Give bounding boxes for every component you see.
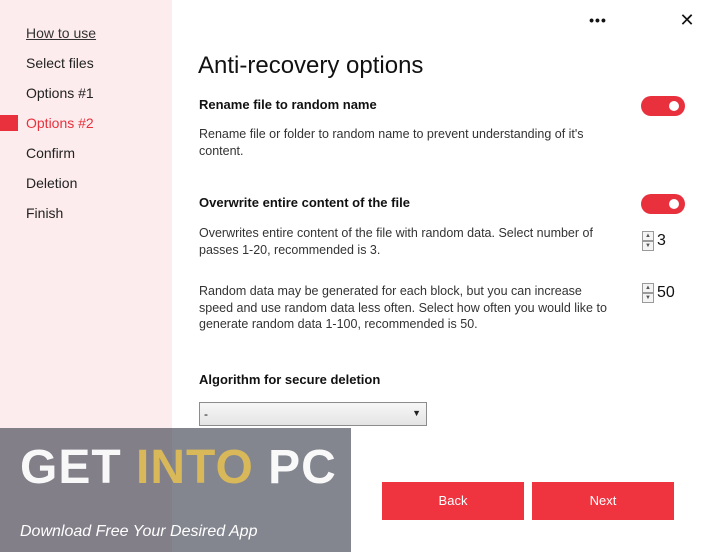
active-step-marker [0,115,18,131]
stepper-up-icon[interactable]: ▲ [642,231,654,241]
next-button[interactable]: Next [532,482,674,520]
sidebar-item-deletion[interactable]: Deletion [26,174,77,192]
sidebar-item-options-1[interactable]: Options #1 [26,84,94,102]
chevron-down-icon: ▼ [412,408,421,418]
passes-value[interactable]: 3 [657,232,666,250]
stepper-down-icon[interactable]: ▼ [642,293,654,303]
back-button[interactable]: Back [382,482,524,520]
page-title: Anti-recovery options [198,52,424,79]
sidebar-item-options-2[interactable]: Options #2 [26,114,94,132]
sidebar-item-finish[interactable]: Finish [26,204,63,222]
sidebar-item-confirm[interactable]: Confirm [26,144,75,162]
watermark-word-highlight: INTO [136,441,254,494]
block-value[interactable]: 50 [657,284,675,302]
overwrite-option-title: Overwrite entire content of the file [199,195,410,210]
passes-description: Overwrites entire content of the file wi… [199,226,593,257]
watermark-word: PC [268,441,337,494]
watermark-overlay: GET INTO PC Download Free Your Desired A… [0,428,351,552]
watermark-subtitle: Download Free Your Desired App [20,523,258,540]
block-description: Random data may be generated for each bl… [199,284,607,331]
rename-description: Rename file or folder to random name to … [199,127,584,158]
stepper-up-icon[interactable]: ▲ [642,283,654,293]
toggle-knob [669,101,679,111]
toggle-knob [669,199,679,209]
passes-stepper[interactable]: ▲ ▼ [642,231,656,251]
overwrite-toggle[interactable] [641,194,685,214]
algorithm-title: Algorithm for secure deletion [199,372,381,387]
algorithm-select[interactable]: - ▼ [199,402,427,426]
watermark-word: GET [20,441,122,494]
sidebar-item-select-files[interactable]: Select files [26,54,94,72]
rename-toggle[interactable] [641,96,685,116]
algorithm-select-value: - [204,407,208,421]
rename-option-title: Rename file to random name [199,97,377,112]
stepper-down-icon[interactable]: ▼ [642,241,654,251]
sidebar-item-how-to-use[interactable]: How to use [26,24,96,42]
watermark-title: GET INTO PC [20,440,337,495]
block-stepper[interactable]: ▲ ▼ [642,283,656,303]
more-options-icon[interactable]: ••• [586,10,610,30]
close-icon[interactable]: ✕ [676,9,698,31]
